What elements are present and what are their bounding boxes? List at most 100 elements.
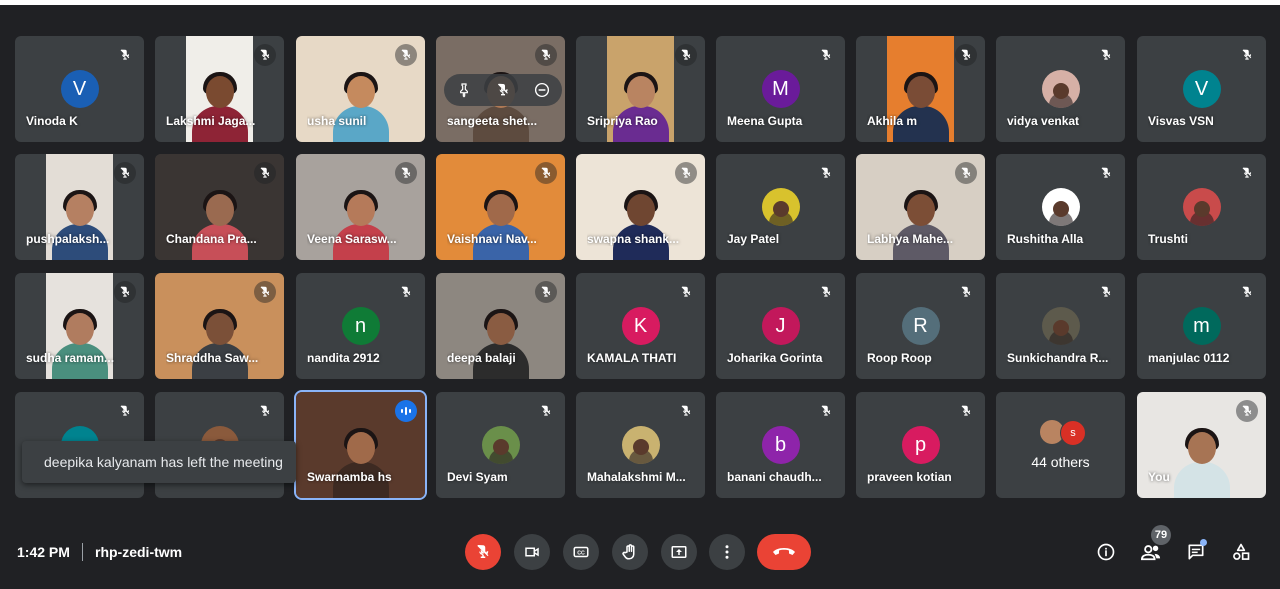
participant-name: banani chaudh... xyxy=(727,470,822,484)
participant-tile[interactable]: V Visvas VSN xyxy=(1137,36,1266,142)
left-meeting-toast: deepika kalyanam has left the meeting xyxy=(22,441,296,483)
mic-off-icon xyxy=(260,49,270,60)
camera-toggle-button[interactable] xyxy=(514,534,550,570)
participant-tile[interactable]: Sunkichandra R... xyxy=(996,273,1125,379)
avatar-figure xyxy=(492,439,509,455)
participant-tile[interactable]: deepa balaji xyxy=(436,273,565,379)
avatar-photo xyxy=(1041,307,1080,345)
avatar-figure xyxy=(632,439,649,455)
activities-button[interactable] xyxy=(1229,540,1253,564)
mic-off-icon xyxy=(961,405,971,416)
mic-off-icon xyxy=(961,167,971,178)
more-options-button[interactable] xyxy=(709,534,745,570)
face xyxy=(486,313,515,345)
participant-tile[interactable]: Vaishnavi Nav... xyxy=(436,154,565,260)
mic-off-icon xyxy=(681,286,691,297)
participant-tile[interactable]: b banani chaudh... xyxy=(716,392,845,498)
participant-tile[interactable]: sudha ramam... xyxy=(15,273,144,379)
face xyxy=(1187,432,1216,464)
present-button[interactable] xyxy=(661,534,697,570)
participant-tile[interactable]: Lakshmi Jaga... xyxy=(155,36,284,142)
mic-off-icon xyxy=(260,167,270,178)
mic-off-icon xyxy=(401,286,411,297)
participant-tile[interactable]: Shraddha Saw... xyxy=(155,273,284,379)
muted-indicator xyxy=(675,400,697,422)
muted-indicator xyxy=(114,400,136,422)
participant-name: praveen kotian xyxy=(867,470,952,484)
participant-tile[interactable]: K KAMALA THATI xyxy=(576,273,705,379)
mute-participant-button[interactable] xyxy=(491,78,515,102)
participant-tile[interactable]: Devi Syam xyxy=(436,392,565,498)
participant-tile[interactable]: Rushitha Alla xyxy=(996,154,1125,260)
muted-indicator xyxy=(254,44,276,66)
mic-off-icon xyxy=(260,405,270,416)
mic-off-icon xyxy=(681,167,691,178)
participant-tile[interactable]: Sripriya Rao xyxy=(576,36,705,142)
participant-tile[interactable]: M Meena Gupta xyxy=(716,36,845,142)
avatar: V xyxy=(60,70,99,108)
participant-tile[interactable]: usha sunil xyxy=(296,36,425,142)
mic-off-icon xyxy=(477,545,489,558)
participant-tile[interactable]: vidya venkat xyxy=(996,36,1125,142)
pin-icon xyxy=(459,83,468,98)
participant-tile[interactable]: Akhila m xyxy=(856,36,985,142)
participant-tile[interactable]: m manjulac 0112 xyxy=(1137,273,1266,379)
participant-tile[interactable]: s 44 others xyxy=(996,392,1125,498)
participant-figure xyxy=(332,190,389,260)
participant-tile[interactable]: You xyxy=(1137,392,1266,498)
avatar-figure xyxy=(1052,83,1069,99)
muted-indicator xyxy=(675,162,697,184)
participant-tile[interactable]: Chandana Pra... xyxy=(155,154,284,260)
muted-indicator xyxy=(395,281,417,303)
participant-tile[interactable]: p praveen kotian xyxy=(856,392,985,498)
remove-participant-button[interactable] xyxy=(530,78,554,102)
muted-indicator xyxy=(815,162,837,184)
leave-call-button[interactable] xyxy=(757,534,811,570)
mic-off-icon xyxy=(401,49,411,60)
meeting-time: 1:42 PM xyxy=(17,544,70,560)
muted-indicator xyxy=(955,281,977,303)
muted-indicator xyxy=(114,162,136,184)
participant-tile[interactable]: Swarnamba hs xyxy=(296,392,425,498)
participant-tile[interactable]: R Roop Roop xyxy=(856,273,985,379)
participant-name: Sripriya Rao xyxy=(587,114,658,128)
muted-indicator xyxy=(114,281,136,303)
videocam-icon xyxy=(525,547,539,557)
avatar-figure xyxy=(772,201,789,217)
pin-button[interactable] xyxy=(452,78,476,102)
face xyxy=(205,313,234,345)
raise-hand-button[interactable] xyxy=(612,534,648,570)
mic-off-icon xyxy=(821,167,831,178)
participant-tile[interactable]: pushpalaksh... xyxy=(15,154,144,260)
participant-tile[interactable]: J Joharika Gorinta xyxy=(716,273,845,379)
participant-figure xyxy=(472,309,529,379)
participant-tile[interactable]: Trushti xyxy=(1137,154,1266,260)
participant-name: Shraddha Saw... xyxy=(166,351,259,365)
muted-indicator xyxy=(1095,44,1117,66)
meeting-code[interactable]: rhp-zedi-twm xyxy=(95,544,182,560)
participant-tile[interactable]: Veena Sarasw... xyxy=(296,154,425,260)
muted-indicator xyxy=(114,44,136,66)
captions-button[interactable]: CC xyxy=(563,534,599,570)
participant-tile[interactable]: Labhya Mahe... xyxy=(856,154,985,260)
muted-indicator xyxy=(1236,44,1258,66)
participant-tile[interactable]: Mahalakshmi M... xyxy=(576,392,705,498)
muted-indicator xyxy=(815,400,837,422)
avatar: K xyxy=(621,307,660,345)
mic-off-icon xyxy=(821,286,831,297)
participant-name: KAMALA THATI xyxy=(587,351,677,365)
avatar-photo xyxy=(761,188,800,226)
avatar: s xyxy=(1060,420,1086,446)
participant-tile[interactable]: n nandita 2912 xyxy=(296,273,425,379)
participant-name: Chandana Pra... xyxy=(166,232,257,246)
muted-indicator xyxy=(675,44,697,66)
muted-indicator xyxy=(955,400,977,422)
participant-tile[interactable]: sangeeta shet... xyxy=(436,36,565,142)
participant-tile[interactable]: V Vinoda K xyxy=(15,36,144,142)
avatar: m xyxy=(1182,307,1221,345)
meeting-details-button[interactable] xyxy=(1094,540,1118,564)
mic-toggle-button[interactable] xyxy=(465,534,501,570)
participant-tile[interactable]: Jay Patel xyxy=(716,154,845,260)
others-avatars: s xyxy=(1040,420,1086,446)
participant-tile[interactable]: swapna shank... xyxy=(576,154,705,260)
